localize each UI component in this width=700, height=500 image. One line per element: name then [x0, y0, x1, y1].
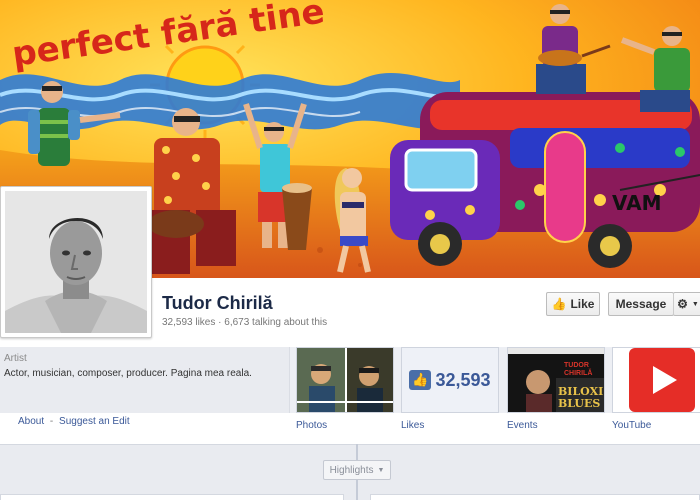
- app-label-events[interactable]: Events: [507, 420, 538, 431]
- profile-picture[interactable]: [0, 186, 152, 338]
- app-tile-youtube[interactable]: [612, 347, 700, 413]
- app-tile-photos[interactable]: [296, 347, 394, 413]
- gear-icon: ⚙: [677, 297, 688, 311]
- page-category: Artist: [4, 353, 27, 364]
- youtube-icon: [629, 348, 695, 412]
- highlights-dropdown[interactable]: Highlights ▼: [323, 460, 391, 480]
- page-stats: 32,593 likes · 6,673 talking about this: [162, 317, 328, 328]
- timeline-post-right: [370, 494, 700, 500]
- likes-count: 32,593: [435, 369, 491, 390]
- app-label-likes[interactable]: Likes: [401, 420, 424, 431]
- events-poster-artist: TUDOR CHIRILĂ: [564, 362, 593, 377]
- app-tile-events[interactable]: TUDOR CHIRILĂ BILOXI BLUES: [507, 347, 605, 413]
- chevron-down-icon: ▼: [691, 300, 699, 308]
- photos-thumbnail: [297, 348, 393, 412]
- like-button-label: Like: [570, 297, 595, 311]
- page-title[interactable]: Tudor Chirilă: [162, 293, 273, 314]
- chevron-down-icon: ▼: [377, 466, 385, 474]
- app-label-photos[interactable]: Photos: [296, 420, 327, 431]
- thumbs-up-icon: 👍: [409, 370, 432, 390]
- app-tile-likes[interactable]: 👍 32,593: [401, 347, 499, 413]
- app-label-youtube[interactable]: YouTube: [612, 420, 651, 431]
- about-links: About - Suggest an Edit: [18, 416, 130, 427]
- timeline-post-left: [0, 494, 344, 500]
- like-button[interactable]: 👍 Like: [546, 292, 600, 316]
- message-button[interactable]: Message: [608, 292, 674, 316]
- link-separator: -: [49, 416, 54, 427]
- svg-text:VAM: VAM: [612, 191, 662, 215]
- settings-dropdown-button[interactable]: ⚙ ▼: [673, 292, 700, 316]
- events-poster-title: BILOXI BLUES: [558, 385, 604, 410]
- about-link[interactable]: About: [18, 416, 44, 427]
- about-box: Artist Actor, musician, composer, produc…: [0, 347, 290, 413]
- suggest-edit-link[interactable]: Suggest an Edit: [59, 416, 130, 427]
- page-description: Actor, musician, composer, producer. Pag…: [4, 368, 252, 379]
- message-button-label: Message: [615, 297, 667, 311]
- thumbs-up-icon: 👍: [551, 297, 567, 311]
- highlights-label: Highlights: [329, 464, 374, 476]
